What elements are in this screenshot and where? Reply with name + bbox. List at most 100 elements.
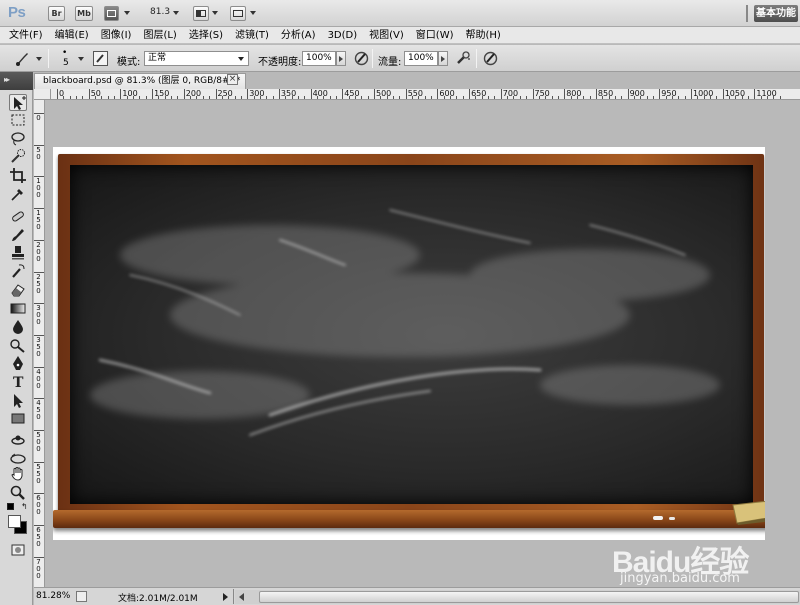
ruler-minor-tick: [171, 96, 173, 99]
ruler-tick: [34, 334, 44, 336]
ruler-tick: [247, 89, 249, 99]
pressure-opacity-icon[interactable]: [353, 50, 370, 67]
chevron-down-icon[interactable]: [250, 11, 256, 15]
dodge-tool-icon[interactable]: [9, 337, 27, 354]
ruler-minor-tick: [767, 96, 769, 99]
chevron-down-icon[interactable]: [36, 57, 42, 61]
launch-minibridge-button[interactable]: Mb: [75, 6, 93, 21]
history-brush-tool-icon[interactable]: [9, 262, 27, 279]
close-icon[interactable]: ×: [227, 74, 238, 85]
tools-panel-header[interactable]: ▸▸: [0, 72, 33, 90]
zoom-level-dropdown[interactable]: 81.3: [150, 7, 170, 17]
chevron-down-icon[interactable]: [173, 11, 179, 15]
zoom-tool-icon[interactable]: [9, 484, 27, 501]
menu-layer[interactable]: 图层(L): [143, 27, 176, 43]
default-colors-icon[interactable]: [7, 503, 14, 510]
workspace-switcher-button[interactable]: 基本功能: [754, 5, 798, 22]
status-bar: 81.28% 文档:2.01M/2.01M: [34, 587, 800, 605]
menu-help[interactable]: 帮助(H): [466, 27, 501, 43]
status-zoom-field[interactable]: 81.28%: [36, 591, 70, 601]
menu-analysis[interactable]: 分析(A): [281, 27, 316, 43]
3d-rotate-tool-icon[interactable]: [9, 432, 27, 449]
horizontal-ruler[interactable]: 0 50 100 150 200 250 300 350 400 450 500 550 600 650 7…: [51, 89, 800, 100]
hand-tool-icon[interactable]: [9, 465, 27, 482]
quick-mask-icon[interactable]: [9, 542, 27, 559]
ruler-minor-tick: [164, 96, 166, 99]
ruler-minor-tick: [640, 96, 642, 99]
ruler-minor-tick: [367, 96, 369, 99]
blackboard-surface: [70, 165, 753, 504]
view-extras-button[interactable]: [104, 6, 119, 21]
healing-brush-tool-icon[interactable]: [9, 208, 27, 225]
ruler-label: 150: [154, 89, 170, 98]
move-tool-icon[interactable]: [9, 94, 27, 111]
canvas-workspace[interactable]: [46, 101, 800, 587]
chevron-down-icon[interactable]: [78, 57, 84, 61]
blend-mode-select[interactable]: 正常: [144, 51, 249, 66]
flow-input[interactable]: 100%: [404, 51, 438, 66]
tool-options-bar: • 5 模式: 正常 不透明度: 100% 流量: 100%: [0, 45, 800, 72]
gradient-tool-icon[interactable]: [9, 300, 27, 317]
ruler-minor-tick: [526, 96, 528, 99]
brush-size-value[interactable]: 5: [63, 58, 69, 68]
path-select-tool-icon[interactable]: [9, 392, 27, 409]
vertical-ruler[interactable]: 0 50 100 150 200 250 300 350 400 450 500 550 600 650 7…: [34, 100, 45, 587]
ruler-minor-tick: [240, 96, 242, 99]
menu-filter[interactable]: 滤镜(T): [235, 27, 269, 43]
document-canvas[interactable]: [53, 147, 765, 540]
chevron-down-icon[interactable]: [124, 11, 130, 15]
opacity-input[interactable]: 100%: [302, 51, 336, 66]
menu-view[interactable]: 视图(V): [369, 27, 404, 43]
menu-edit[interactable]: 编辑(E): [55, 27, 89, 43]
ruler-tick: [34, 525, 44, 527]
menu-image[interactable]: 图像(I): [101, 27, 132, 43]
menu-select[interactable]: 选择(S): [189, 27, 223, 43]
brush-tool-icon[interactable]: [9, 226, 27, 243]
ruler-minor-tick: [621, 96, 623, 99]
foreground-color-swatch[interactable]: [8, 515, 21, 528]
type-tool-icon[interactable]: T: [9, 373, 27, 390]
status-menu-arrow-icon[interactable]: [223, 593, 228, 601]
ruler-minor-tick: [507, 96, 509, 99]
horizontal-scrollbar[interactable]: [235, 590, 800, 604]
brush-preset-icon[interactable]: [14, 50, 31, 67]
opacity-slider-button[interactable]: [336, 51, 346, 66]
ruler-label: 600: [439, 89, 455, 98]
airbrush-icon[interactable]: [455, 50, 472, 67]
blur-tool-icon[interactable]: [9, 318, 27, 335]
pressure-size-icon[interactable]: [482, 50, 499, 67]
ruler-label: 200: [185, 89, 202, 98]
collapse-arrows-icon[interactable]: ▸▸: [4, 75, 10, 84]
ruler-tick: [310, 89, 312, 99]
swap-colors-icon[interactable]: ↰: [21, 502, 28, 511]
ruler-tick: [342, 89, 344, 99]
marquee-tool-icon[interactable]: [9, 112, 27, 129]
ruler-origin[interactable]: [34, 89, 51, 100]
divider: [746, 5, 748, 22]
lasso-tool-icon[interactable]: [9, 130, 27, 147]
clone-stamp-tool-icon[interactable]: [9, 244, 27, 261]
flow-slider-button[interactable]: [438, 51, 448, 66]
document-info-icon[interactable]: [76, 591, 87, 602]
menu-3d[interactable]: 3D(D): [328, 27, 358, 43]
ruler-minor-tick: [602, 96, 604, 99]
eraser-tool-icon[interactable]: [9, 281, 27, 298]
crop-tool-icon[interactable]: [9, 167, 27, 184]
quick-select-tool-icon[interactable]: [9, 148, 27, 165]
scroll-left-arrow-icon[interactable]: [239, 593, 244, 601]
chevron-down-icon[interactable]: [212, 11, 218, 15]
launch-bridge-button[interactable]: Br: [48, 6, 65, 21]
arrange-documents-button[interactable]: [193, 6, 209, 21]
ruler-label: 50: [36, 145, 41, 161]
menu-window[interactable]: 窗口(W): [416, 27, 454, 43]
scrollbar-thumb[interactable]: [259, 591, 799, 603]
eyedropper-tool-icon[interactable]: [9, 185, 27, 202]
menu-file[interactable]: 文件(F): [9, 27, 43, 43]
pen-tool-icon[interactable]: [9, 355, 27, 372]
shape-tool-icon[interactable]: [9, 410, 27, 427]
film-icon: [107, 10, 116, 17]
document-tab[interactable]: blackboard.psd @ 81.3% (图层 0, RGB/8#) *: [34, 73, 246, 89]
brush-panel-toggle-icon[interactable]: [92, 50, 109, 67]
screen-mode-button[interactable]: [230, 6, 246, 21]
ruler-label: 950: [661, 89, 677, 98]
